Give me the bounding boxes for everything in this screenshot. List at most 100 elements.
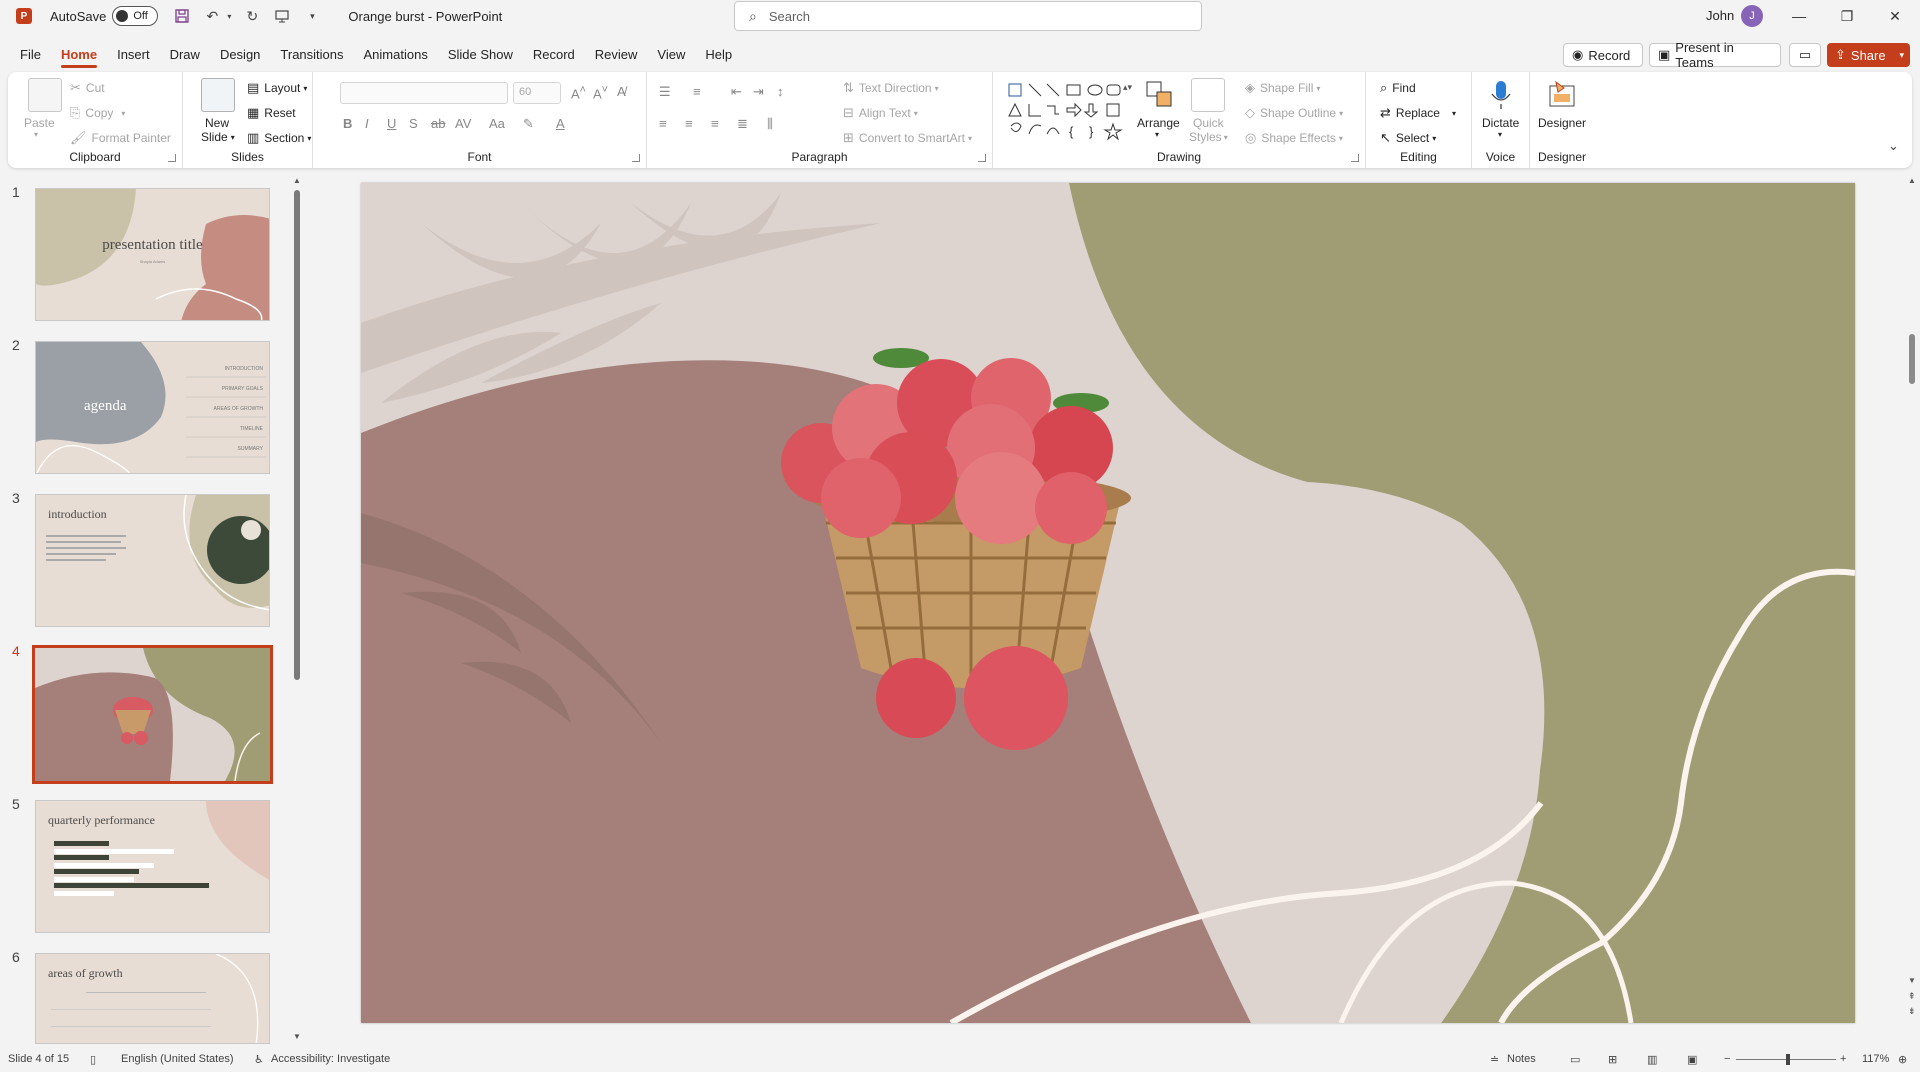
strikethrough-icon[interactable]: ab: [431, 116, 445, 131]
tab-animations[interactable]: Animations: [354, 42, 438, 68]
fit-to-window-icon[interactable]: ⊕: [1898, 1053, 1907, 1066]
spelling-icon[interactable]: ▯: [90, 1053, 96, 1066]
decrease-font-icon[interactable]: A˅: [593, 84, 608, 101]
shapes-gallery[interactable]: { }: [1007, 82, 1137, 144]
clear-formatting-icon[interactable]: A̸: [617, 84, 626, 99]
slide-thumbnail-3[interactable]: introduction: [35, 494, 270, 627]
replace-button[interactable]: ⇄ Replace ▾: [1380, 105, 1456, 121]
text-direction-button[interactable]: ⇅ Text Direction ▾: [843, 80, 939, 96]
gallery-scroll-icon[interactable]: ▴▾: [1123, 82, 1132, 93]
search-box[interactable]: ⌕ Search: [734, 1, 1202, 31]
shape-fill-button[interactable]: ◈ Shape Fill ▾: [1245, 80, 1320, 96]
paste-dropdown-icon[interactable]: ▾: [34, 130, 38, 139]
accessibility-status[interactable]: Accessibility: Investigate: [271, 1053, 390, 1065]
tab-design[interactable]: Design: [210, 42, 270, 68]
tab-transitions[interactable]: Transitions: [270, 42, 353, 68]
highlight-icon[interactable]: ✎: [523, 116, 534, 132]
slide-thumbnail-4[interactable]: [32, 645, 273, 784]
quick-styles-button-line2[interactable]: Styles ▾: [1189, 130, 1228, 144]
quick-styles-icon[interactable]: [1191, 78, 1225, 112]
slide-scrollbar-thumb[interactable]: [1909, 334, 1915, 384]
dictate-dropdown-icon[interactable]: ▾: [1498, 130, 1502, 139]
minimize-icon[interactable]: —: [1776, 0, 1822, 32]
apple-basket-image[interactable]: [751, 348, 1191, 768]
autosave-toggle[interactable]: Off: [112, 6, 159, 26]
character-spacing-icon[interactable]: AV: [455, 116, 471, 131]
thumbnails-scrollbar[interactable]: ▲ ▼: [292, 176, 301, 1044]
new-slide-icon[interactable]: [201, 78, 235, 112]
slide-thumbnail-6[interactable]: areas of growth: [35, 953, 270, 1044]
undo-icon[interactable]: ↶: [200, 4, 224, 28]
layout-button[interactable]: ▤ Layout ▾: [247, 80, 307, 96]
shadow-icon[interactable]: S: [409, 116, 418, 131]
font-color-icon[interactable]: A: [556, 116, 565, 131]
slide-counter[interactable]: Slide 4 of 15: [8, 1053, 69, 1065]
scroll-up-icon[interactable]: ▲: [293, 176, 301, 185]
comments-button[interactable]: ▭: [1789, 43, 1821, 67]
slide-sorter-icon[interactable]: ⊞: [1608, 1053, 1617, 1066]
slide-scroll-down-icon[interactable]: ▼: [1908, 976, 1916, 985]
zoom-in-icon[interactable]: +: [1840, 1053, 1846, 1065]
slide-canvas[interactable]: [361, 183, 1855, 1023]
designer-icon[interactable]: [1546, 78, 1580, 112]
reset-button[interactable]: ▦ Reset: [247, 105, 296, 121]
paste-icon[interactable]: [28, 78, 62, 112]
find-button[interactable]: ⌕ Find: [1380, 80, 1416, 96]
numbering-icon[interactable]: ≡: [693, 84, 701, 99]
font-size-combo[interactable]: 60: [513, 82, 561, 104]
shape-effects-button[interactable]: ◎ Shape Effects ▾: [1245, 130, 1343, 146]
present-icon[interactable]: [270, 4, 294, 28]
tab-insert[interactable]: Insert: [107, 42, 160, 68]
scroll-down-icon[interactable]: ▼: [293, 1032, 301, 1041]
microphone-icon[interactable]: [1484, 78, 1518, 112]
record-button[interactable]: ◉ Record: [1563, 43, 1643, 67]
copy-dropdown-icon[interactable]: ▾: [121, 109, 125, 118]
align-right-icon[interactable]: ≡: [711, 116, 719, 131]
previous-slide-icon[interactable]: ⇞: [1908, 991, 1916, 1002]
restore-icon[interactable]: ❐: [1824, 0, 1870, 32]
slide-show-icon[interactable]: ▣: [1687, 1053, 1697, 1066]
dictate-button[interactable]: Dictate: [1482, 116, 1519, 130]
notes-button[interactable]: Notes: [1507, 1053, 1536, 1065]
section-button[interactable]: ▥ Section ▾: [247, 130, 311, 146]
undo-dropdown-icon[interactable]: ▾: [224, 4, 234, 28]
language-indicator[interactable]: English (United States): [121, 1053, 234, 1065]
bold-icon[interactable]: B: [343, 116, 352, 131]
paste-button[interactable]: Paste: [24, 116, 55, 130]
align-text-button[interactable]: ⊟ Align Text ▾: [843, 105, 918, 121]
save-icon[interactable]: [170, 4, 194, 28]
next-slide-icon[interactable]: ⇟: [1908, 1006, 1916, 1017]
present-in-teams-button[interactable]: ▣ Present in Teams: [1649, 40, 1781, 70]
share-button[interactable]: ⇪ Share ▾: [1827, 43, 1910, 67]
shape-outline-button[interactable]: ◇ Shape Outline ▾: [1245, 105, 1343, 121]
reading-view-icon[interactable]: ▥: [1647, 1053, 1657, 1066]
tab-record[interactable]: Record: [523, 42, 585, 68]
select-button[interactable]: ↖ Select ▾: [1380, 130, 1436, 146]
tab-help[interactable]: Help: [695, 42, 742, 68]
align-left-icon[interactable]: ≡: [659, 116, 667, 131]
arrange-button[interactable]: Arrange: [1137, 116, 1180, 130]
increase-font-icon[interactable]: A˄: [571, 84, 586, 101]
bullets-icon[interactable]: ☰: [659, 84, 671, 100]
cut-button[interactable]: ✂ Cut: [70, 80, 105, 96]
customize-toolbar-icon[interactable]: ▾: [300, 4, 324, 28]
tab-home[interactable]: Home: [51, 42, 107, 68]
line-spacing-icon[interactable]: ↕: [777, 84, 784, 99]
tab-review[interactable]: Review: [585, 42, 648, 68]
share-dropdown-icon[interactable]: ▾: [1899, 50, 1904, 61]
slide-thumbnail-2[interactable]: agenda INTRODUCTION PRIMARY GOALS AREAS …: [35, 341, 270, 474]
slide-thumbnail-1[interactable]: presentation title Shayla Adams: [35, 188, 270, 321]
slide-thumbnail-5[interactable]: quarterly performance: [35, 800, 270, 933]
drawing-launcher-icon[interactable]: [1351, 154, 1359, 162]
user-name[interactable]: John: [1706, 8, 1734, 23]
zoom-out-icon[interactable]: −: [1724, 1053, 1730, 1065]
close-icon[interactable]: ✕: [1872, 0, 1918, 32]
clipboard-launcher-icon[interactable]: [168, 154, 176, 162]
avatar[interactable]: J: [1741, 5, 1763, 27]
scrollbar-thumb[interactable]: [294, 190, 300, 680]
slide-scrollbar[interactable]: ▲ ▼ ⇞ ⇟: [1906, 176, 1918, 1044]
new-slide-button[interactable]: New: [205, 116, 229, 130]
font-launcher-icon[interactable]: [632, 154, 640, 162]
arrange-icon[interactable]: [1143, 78, 1177, 112]
arrange-dropdown-icon[interactable]: ▾: [1155, 130, 1159, 139]
